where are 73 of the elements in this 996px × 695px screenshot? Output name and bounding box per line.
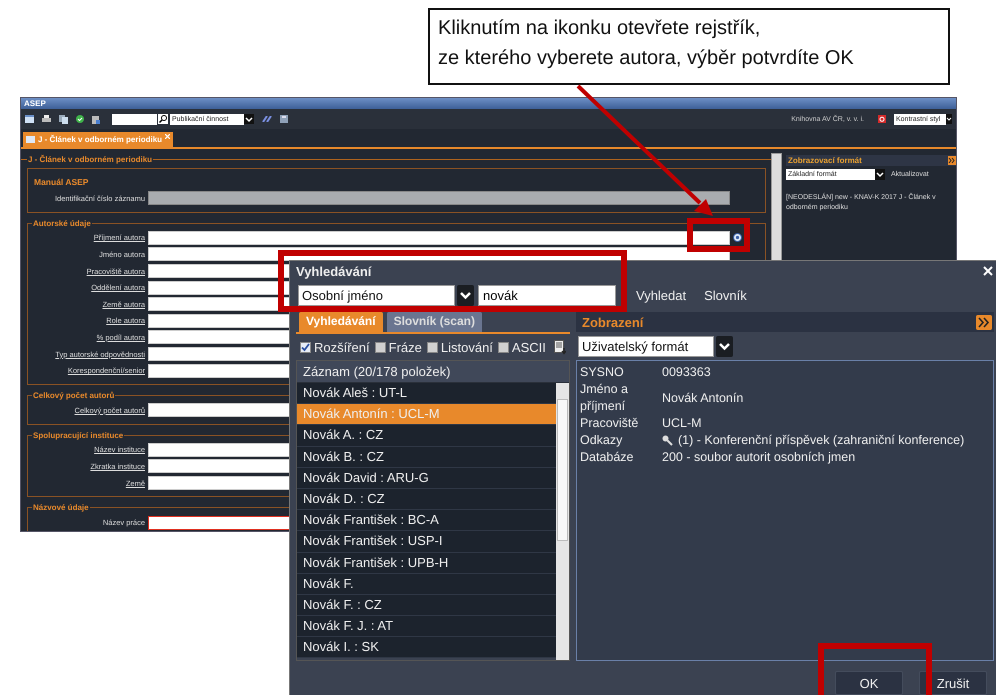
result-item[interactable]: Novák I. : SK bbox=[297, 637, 556, 658]
section-title: Názvové údaje bbox=[32, 503, 90, 512]
option-label[interactable]: ASCII bbox=[512, 340, 546, 354]
window-title: ASEP bbox=[24, 99, 46, 108]
export-icon[interactable] bbox=[554, 340, 566, 354]
result-item[interactable]: Novák František : USP-I bbox=[297, 531, 556, 552]
result-item[interactable]: Novák F. : CZ bbox=[297, 594, 556, 616]
result-item[interactable]: Novák David : ARU-G bbox=[297, 468, 556, 489]
detail-value: 200 - soubor autorit osobních jmen bbox=[662, 449, 856, 466]
option-label[interactable]: Listování bbox=[440, 340, 493, 354]
close-icon[interactable] bbox=[983, 266, 993, 276]
result-item[interactable]: Novák F. J. : AT bbox=[297, 616, 556, 638]
input-field[interactable] bbox=[148, 191, 730, 206]
section-title: Celkový počet autorů bbox=[32, 390, 116, 400]
input-field[interactable] bbox=[148, 230, 730, 245]
search-button[interactable]: Vyhledat bbox=[632, 288, 690, 302]
caret-icon[interactable] bbox=[946, 114, 952, 124]
ok-button[interactable]: OK bbox=[835, 671, 903, 695]
result-item[interactable]: Novák Aleš : UT-L bbox=[297, 383, 556, 404]
search-icon[interactable] bbox=[158, 114, 168, 124]
dialog-title: Vyhledávání bbox=[296, 264, 372, 278]
detail-value: 0093363 bbox=[662, 364, 711, 381]
reference-link[interactable]: (1) - Konferenční příspěvek (zahraniční konference) bbox=[678, 432, 964, 449]
caret-icon[interactable] bbox=[244, 114, 254, 124]
power-icon[interactable] bbox=[878, 115, 886, 123]
caret-icon[interactable] bbox=[457, 284, 474, 306]
highlight-frame bbox=[687, 218, 750, 252]
collapse-icon[interactable] bbox=[948, 156, 956, 165]
search-icon[interactable] bbox=[662, 435, 673, 446]
document-icon bbox=[26, 136, 35, 143]
checkbox[interactable] bbox=[426, 342, 438, 352]
copy-icon[interactable] bbox=[59, 114, 68, 124]
result-item[interactable]: Novák František : UPB-H bbox=[297, 552, 556, 574]
detail-label: Pracoviště bbox=[580, 415, 640, 432]
search-field[interactable]: novák bbox=[478, 284, 616, 306]
index-select[interactable]: Osobní jméno bbox=[298, 284, 455, 306]
panel-title: Zobrazovací formát bbox=[788, 156, 862, 165]
detail-value: UCL-M bbox=[662, 415, 702, 432]
dictionary-button[interactable]: Slovník bbox=[700, 288, 751, 302]
result-item[interactable]: Novák B. : CZ bbox=[297, 446, 556, 468]
result-item[interactable]: Novák František : BC-A bbox=[297, 510, 556, 532]
result-item[interactable]: Novák A. : CZ bbox=[297, 425, 556, 447]
detail-label: Jméno a příjmení bbox=[580, 381, 629, 415]
format-select[interactable]: Uživatelský formát bbox=[578, 336, 714, 356]
caret-icon[interactable] bbox=[716, 336, 733, 356]
caret-icon[interactable] bbox=[875, 169, 885, 180]
lookup-icon[interactable] bbox=[733, 233, 742, 242]
result-item[interactable]: Novák F. bbox=[297, 574, 556, 595]
search-field[interactable] bbox=[112, 114, 157, 124]
callout-note: Kliknutím na ikonku otevřete rejstřík, ze kterého vyberete autora, výběr potvrdíte OK bbox=[428, 8, 950, 85]
section-title: Manuál ASEP bbox=[34, 177, 90, 187]
result-item[interactable]: Novák D. : CZ bbox=[297, 488, 556, 510]
detail-label: Databáze bbox=[580, 449, 635, 466]
clipboard-icon[interactable] bbox=[92, 114, 100, 124]
collapse-icon[interactable] bbox=[976, 314, 992, 330]
panel-title: Zobrazení bbox=[582, 314, 644, 330]
check-icon[interactable] bbox=[76, 115, 84, 123]
cancel-button[interactable]: Zrušit bbox=[919, 671, 987, 695]
scrollbar[interactable] bbox=[556, 383, 569, 660]
slashes-icon[interactable] bbox=[262, 116, 272, 122]
detail-value: Novák Antonín bbox=[662, 390, 744, 406]
checkbox[interactable] bbox=[374, 342, 386, 352]
option-label[interactable]: Rozšíření bbox=[314, 340, 370, 354]
printer-icon[interactable] bbox=[42, 115, 51, 123]
section-title: Autorské údaje bbox=[32, 218, 92, 228]
detail-label: SYSNO bbox=[580, 364, 625, 381]
section-title: Spolupracující instituce bbox=[32, 430, 124, 440]
detail-label: Odkazy bbox=[580, 432, 624, 449]
option-label[interactable]: Fráze bbox=[388, 340, 422, 354]
checkbox[interactable] bbox=[498, 342, 509, 352]
list-header: Záznam (20/178 položek) bbox=[297, 361, 569, 383]
checkbox[interactable] bbox=[300, 342, 311, 352]
form-title: J - Článek v odborném periodiku bbox=[27, 155, 154, 164]
